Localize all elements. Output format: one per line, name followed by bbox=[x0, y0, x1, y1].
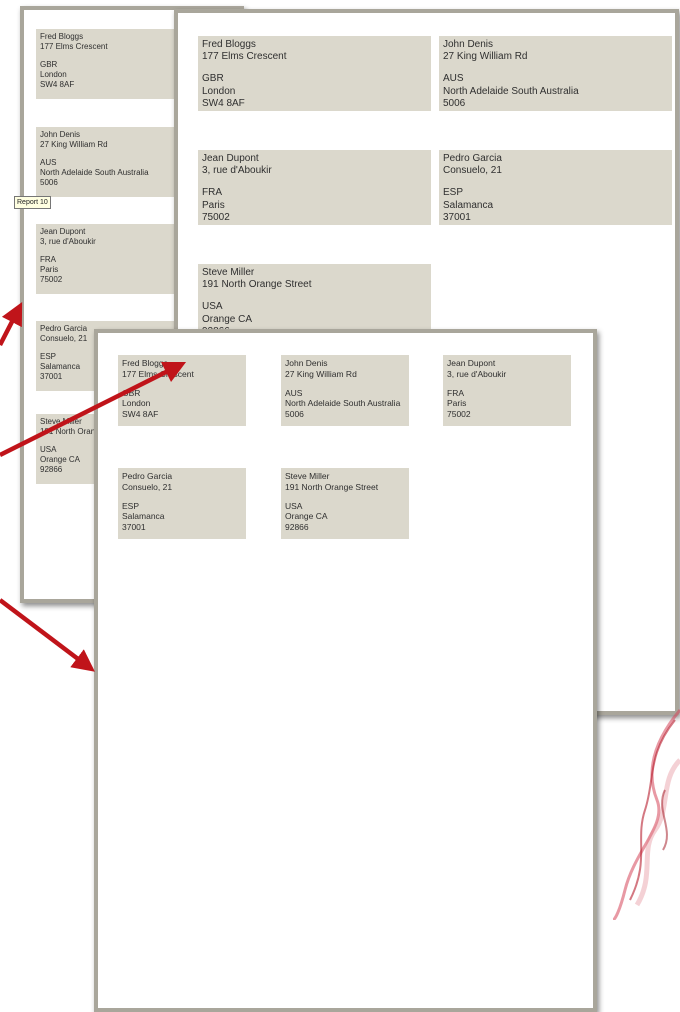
red-arrow-icon bbox=[0, 301, 187, 672]
